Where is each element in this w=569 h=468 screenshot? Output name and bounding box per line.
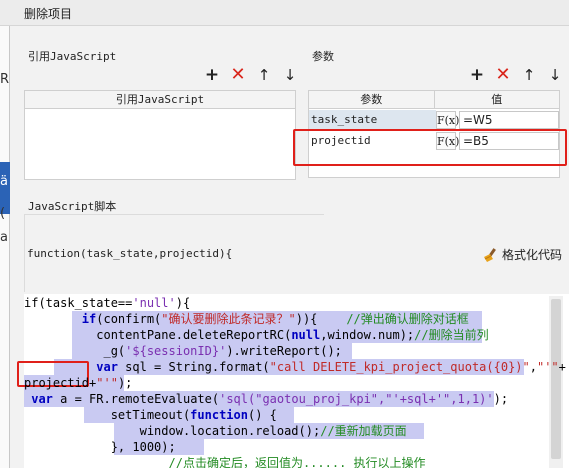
code-token: //弹出确认删除对话框 <box>346 312 469 326</box>
code-token: "call DELETE_kpi_project_quota({0})" <box>269 360 530 374</box>
code-token: "确认要删除此条记录？" <box>161 312 296 326</box>
strip-fragment: ( <box>0 206 6 221</box>
code-token: projectid <box>24 376 90 390</box>
broom-icon <box>484 247 496 262</box>
code-token: }, 1000); <box>24 440 176 454</box>
code-token: window.location.reload(); <box>24 424 321 438</box>
code-line[interactable]: if(task_state=='null'){ <box>24 295 190 311</box>
script-panel-title: JavaScript脚本 <box>28 200 117 213</box>
format-code-button[interactable]: 格式化代码 <box>482 246 562 263</box>
delete-icon[interactable]: ✕ <box>230 66 245 84</box>
code-token: sql = String.format( <box>117 360 270 374</box>
code-line[interactable]: window.location.reload();//重新加载页面 <box>24 423 424 439</box>
code-text: //点击确定后，返回值为...... 执行以上操作 <box>24 456 426 468</box>
background-window-strip: R ä ( a <box>0 26 10 468</box>
code-token: () { <box>247 408 277 422</box>
code-line[interactable]: if(confirm("确认要删除此条记录？")){ //弹出确认删除对话框 <box>24 311 482 327</box>
params-toolbar: + ✕ ↑ ↓ <box>470 66 562 84</box>
code-token: var <box>31 392 53 406</box>
code-token: //重新加载页面 <box>320 424 407 438</box>
arrow-down-icon[interactable]: ↓ <box>548 66 562 84</box>
code-token: setTimeout( <box>24 408 191 422</box>
plus-icon[interactable]: + <box>470 66 484 84</box>
code-token: //删除当前列 <box>414 328 489 342</box>
code-text: var a = FR.remoteEvaluate('sql("gaotou_p… <box>24 392 508 406</box>
arrow-up-icon[interactable]: ↑ <box>257 66 271 84</box>
code-text: window.location.reload();//重新加载页面 <box>24 424 407 438</box>
param-value-field[interactable]: =W5 <box>459 111 559 129</box>
code-line[interactable]: var sql = String.format("call DELETE_kpi… <box>24 359 566 375</box>
code-token: if <box>81 312 97 326</box>
code-token: (confirm( <box>96 312 162 326</box>
js-ref-toolbar: + ✕ ↑ ↓ <box>205 66 297 84</box>
code-token: //点击确定后，返回值为...... 执行以上操作 <box>168 456 426 468</box>
js-ref-list[interactable]: 引用JavaScript <box>24 90 296 180</box>
code-text: contentPane.deleteReportRC(null,window.n… <box>24 328 489 342</box>
arrow-up-icon[interactable]: ↑ <box>522 66 536 84</box>
param-row[interactable]: task_state F(x) =W5 <box>309 110 559 130</box>
code-token: var <box>96 360 118 374</box>
code-line[interactable]: }, 1000); <box>24 439 204 455</box>
arrow-down-icon[interactable]: ↓ <box>283 66 297 84</box>
code-token: 'null' <box>132 296 176 310</box>
code-token: + <box>558 360 566 374</box>
function-signature: function(task_state,projectid){ <box>27 247 233 260</box>
title-bar: 删除项目 <box>0 0 569 26</box>
param-name[interactable]: task_state <box>309 110 436 130</box>
code-token: a = FR.remoteEvaluate( <box>52 392 220 406</box>
code-token: ).writeReport(); <box>226 344 342 358</box>
code-editor[interactable]: if(task_state=='null'){ if(confirm("确认要删… <box>24 294 569 468</box>
code-text: projectid+"'"); <box>24 376 132 390</box>
code-token: , <box>529 360 537 374</box>
params-panel-title: 参数 <box>312 50 334 63</box>
format-code-label: 格式化代码 <box>502 248 563 262</box>
code-line[interactable]: contentPane.deleteReportRC(null,window.n… <box>24 327 489 343</box>
code-text: setTimeout(function() { <box>24 408 277 422</box>
code-token: ); <box>493 392 509 406</box>
code-text: if(task_state=='null'){ <box>24 296 190 310</box>
code-token: function <box>190 408 248 422</box>
js-ref-panel-title: 引用JavaScript <box>28 50 117 63</box>
code-token: "'" <box>96 376 118 390</box>
code-token: if(task_state== <box>24 296 133 310</box>
code-token: "'" <box>536 360 559 374</box>
params-col-value: 值 <box>491 93 503 106</box>
params-col-name: 参数 <box>309 91 435 108</box>
annotation-highlight <box>293 129 567 166</box>
delete-icon[interactable]: ✕ <box>495 66 510 84</box>
window-title: 删除项目 <box>24 7 73 21</box>
code-token: ); <box>117 376 133 390</box>
code-token: 'sql("gaotou_proj_kpi","'+sql+'",1,1)' <box>219 392 494 406</box>
code-text: _g('${sessionID}').writeReport(); <box>24 344 342 358</box>
js-ref-column-header: 引用JavaScript <box>25 91 295 109</box>
code-token: ){ <box>175 296 191 310</box>
code-text: }, 1000); <box>24 440 176 454</box>
code-line[interactable]: setTimeout(function() { <box>24 407 294 423</box>
code-line[interactable]: //点击确定后，返回值为...... 执行以上操作 <box>24 455 426 468</box>
params-table-header: 参数 值 <box>309 91 559 109</box>
code-text: if(confirm("确认要删除此条记录？")){ //弹出确认删除对话框 <box>24 312 469 326</box>
code-text: var sql = String.format("call DELETE_kpi… <box>24 360 566 374</box>
strip-fragment: ä <box>0 174 8 189</box>
formula-icon[interactable]: F(x) <box>436 111 459 129</box>
code-token: null <box>291 328 321 342</box>
code-token: _g( <box>24 344 126 358</box>
code-token: contentPane.deleteReportRC( <box>24 328 292 342</box>
strip-fragment: R <box>0 72 10 87</box>
code-line[interactable]: _g('${sessionID}').writeReport(); <box>24 343 352 359</box>
code-line[interactable]: projectid+"'"); <box>24 375 132 391</box>
code-token: '${sessionID}' <box>125 344 227 358</box>
code-token: ,window.num); <box>320 328 415 342</box>
strip-fragment: a <box>0 230 8 245</box>
code-line[interactable]: var a = FR.remoteEvaluate('sql("gaotou_p… <box>24 391 508 407</box>
plus-icon[interactable]: + <box>205 66 219 84</box>
code-scrollbar-thumb[interactable] <box>551 299 561 459</box>
code-token: )){ <box>295 312 347 326</box>
